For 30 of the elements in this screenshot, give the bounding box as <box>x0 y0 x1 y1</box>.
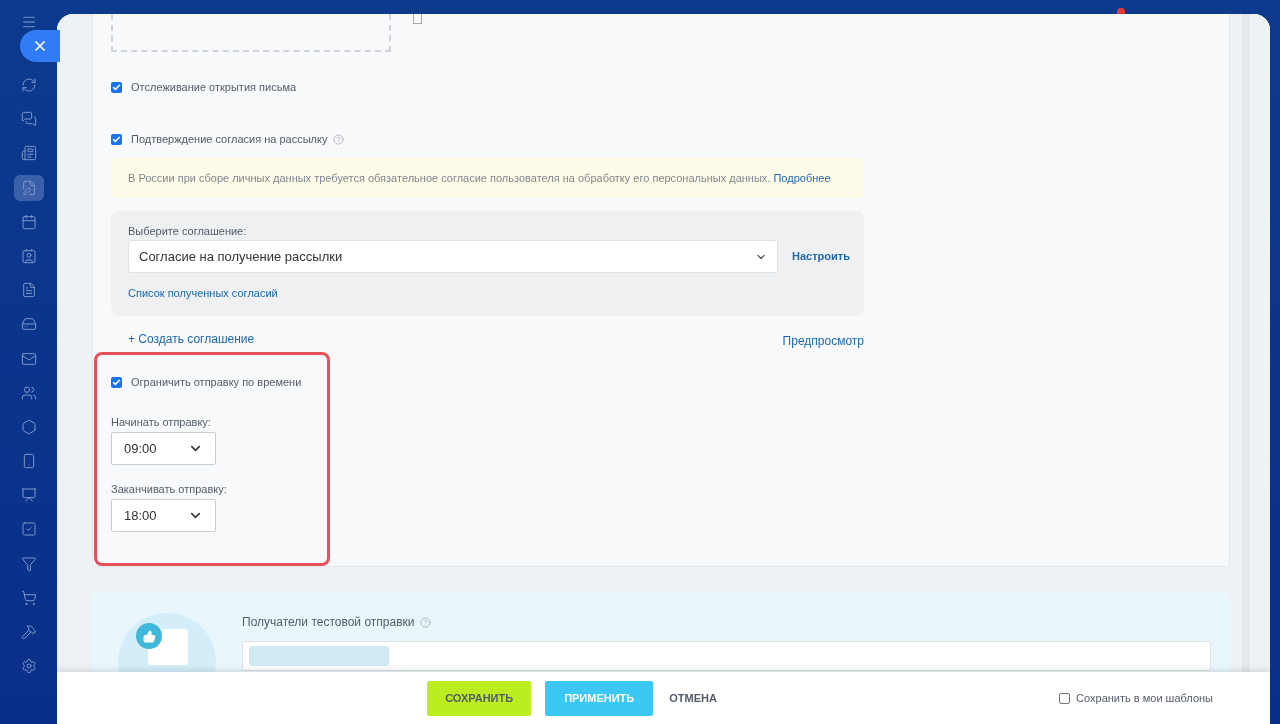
test-recipients-label: Получатели тестовой отправки <box>242 614 415 631</box>
end-time-select[interactable]: 18:00 <box>111 499 216 532</box>
create-agreement-link[interactable]: + Создать соглашение <box>128 330 255 348</box>
file-icon <box>413 14 422 24</box>
checkbox[interactable] <box>1059 692 1071 704</box>
more-link[interactable]: Подробнее <box>773 171 831 184</box>
checkbox-label: Сохранить в мои шаблоны <box>1076 690 1213 706</box>
checkbox[interactable] <box>111 376 122 388</box>
cancel-button[interactable]: ОТМЕНА <box>667 680 719 716</box>
start-label: Начинать отправку: <box>111 415 212 428</box>
help-icon[interactable] <box>333 133 345 145</box>
checkbox-label: Отслеживание открытия письма <box>131 79 297 95</box>
document-pen-icon[interactable] <box>13 174 44 201</box>
menu-icon[interactable] <box>20 14 37 30</box>
recipients-field[interactable] <box>242 641 1211 671</box>
start-time-select[interactable]: 09:00 <box>111 432 216 465</box>
checkbox[interactable] <box>111 81 122 93</box>
agreement-select[interactable]: Согласие на получение рассылки <box>128 240 778 273</box>
checkbox-label: Подтверждение согласия на рассылку <box>131 131 328 147</box>
consents-list-link[interactable]: Список полученных согласий <box>128 285 864 302</box>
save-button[interactable]: СОХРАНИТЬ <box>427 680 532 716</box>
agreement-label: Выберите соглашение: <box>128 224 248 237</box>
end-label: Заканчивать отправку: <box>111 482 228 495</box>
close-button[interactable] <box>20 30 60 62</box>
configure-link[interactable]: Настроить <box>792 248 850 265</box>
checkbox-label: Ограничить отправку по времени <box>131 374 302 390</box>
checkbox[interactable] <box>111 133 122 145</box>
preview-link[interactable]: Предпросмотр <box>782 332 864 350</box>
notice-text: В России при сборе личных данных требуется обязательное согласие пользователя на обработку его персональных данных. Подробнее <box>128 170 831 186</box>
close-icon <box>32 38 48 54</box>
